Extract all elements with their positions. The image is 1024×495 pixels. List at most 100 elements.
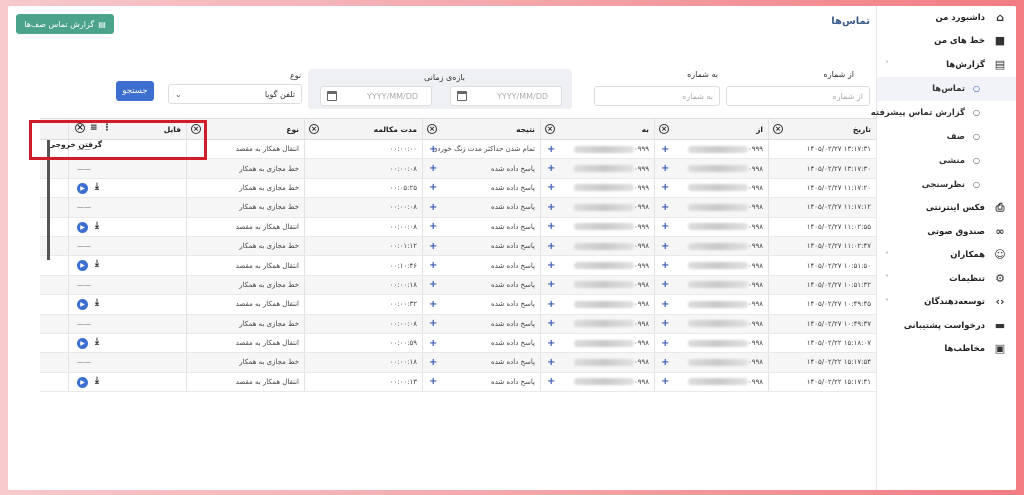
- play-icon[interactable]: ▶: [77, 299, 88, 311]
- plus-icon[interactable]: +: [661, 182, 669, 193]
- plus-icon[interactable]: +: [661, 357, 669, 368]
- queue-report-button[interactable]: ▤ گزارش تماس صف‌ها: [16, 14, 114, 34]
- plus-icon[interactable]: +: [429, 376, 437, 387]
- plus-icon[interactable]: +: [547, 260, 555, 271]
- column-header-date[interactable]: تاریخ ×: [768, 119, 876, 139]
- table-row[interactable]: ۱۴۰۵/۰۲/۲۷ ۱۰:۴۹:۳۷ ۰۹۹۸ +۰۹۹۸ + پاسخ داده ش…: [40, 314, 876, 334]
- plus-icon[interactable]: +: [661, 163, 669, 174]
- download-icon[interactable]: ⤓: [95, 259, 99, 269]
- plus-icon[interactable]: +: [547, 182, 555, 193]
- play-icon[interactable]: ▶: [77, 221, 88, 233]
- from-number-input[interactable]: از شماره: [726, 86, 870, 106]
- plus-icon[interactable]: +: [429, 279, 437, 290]
- plus-icon[interactable]: +: [429, 260, 437, 271]
- table-row[interactable]: ۱۴۰۵/۰۲/۲۷ ۱۱:۱۷:۲۰ ۰۹۹۸ +۰۹۹۹ + پاسخ داده ش…: [40, 178, 876, 199]
- play-icon[interactable]: ▶: [77, 260, 88, 272]
- column-header-to[interactable]: به ×: [540, 119, 654, 139]
- remove-filter-icon[interactable]: ×: [191, 124, 201, 134]
- remove-filter-icon[interactable]: ×: [75, 123, 85, 133]
- table-row[interactable]: ۱۴۰۵/۰۲/۲۷ ۱۳:۱۷:۳۰ ۰۹۹۸ +۰۹۹۹ + پاسخ داده ش…: [40, 159, 876, 179]
- download-icon[interactable]: ⤓: [95, 182, 99, 192]
- sidebar-item-9[interactable]: ▣ مخاطب‌ها: [877, 338, 1016, 362]
- search-button[interactable]: جستجو: [116, 81, 154, 101]
- date-from-input[interactable]: YYYY/MM/DD: [450, 86, 562, 106]
- plus-icon[interactable]: +: [661, 318, 669, 329]
- plus-icon[interactable]: +: [661, 260, 669, 271]
- sidebar-item-0[interactable]: ⌂ داشبورد من: [877, 6, 1016, 30]
- plus-icon[interactable]: +: [547, 318, 555, 329]
- remove-filter-icon[interactable]: ×: [309, 124, 319, 134]
- plus-icon[interactable]: +: [547, 376, 555, 387]
- plus-icon[interactable]: +: [547, 241, 555, 252]
- remove-filter-icon[interactable]: ×: [659, 124, 669, 134]
- column-header-type[interactable]: نوع ×: [186, 119, 304, 139]
- play-icon[interactable]: ▶: [77, 337, 88, 349]
- download-icon[interactable]: ⤓: [95, 376, 99, 386]
- plus-icon[interactable]: +: [661, 376, 669, 387]
- more-vertical-icon[interactable]: ⋮: [103, 123, 112, 133]
- sidebar-item-8[interactable]: ▬ درخواست پشتیبانی: [877, 314, 1016, 338]
- plus-icon[interactable]: +: [661, 338, 669, 349]
- plus-icon[interactable]: +: [429, 221, 437, 232]
- sidebar-item-2[interactable]: ▤ گزارش‌ها ˄: [877, 53, 1016, 77]
- sidebar-item-7[interactable]: ‹› توسعه‌دهندگان ˅: [877, 291, 1016, 315]
- plus-icon[interactable]: +: [429, 318, 437, 329]
- plus-icon[interactable]: +: [661, 279, 669, 290]
- table-row[interactable]: ۱۴۰۵/۰۲/۲۷ ۱۱:۰۲:۵۵ ۰۹۹۸ +۰۹۹۹ + پاسخ داده ش…: [40, 217, 876, 237]
- play-icon[interactable]: ▶: [77, 182, 88, 194]
- date-to-input[interactable]: YYYY/MM/DD: [320, 86, 432, 106]
- plus-icon[interactable]: +: [547, 221, 555, 232]
- plus-icon[interactable]: +: [661, 299, 669, 310]
- plus-icon[interactable]: +: [429, 163, 437, 174]
- plus-icon[interactable]: +: [547, 202, 555, 213]
- sidebar-subitem-0[interactable]: ○ تماس‌ها: [877, 76, 1016, 101]
- table-row[interactable]: ۱۴۰۵/۰۲/۲۲ ۱۵:۱۷:۵۴ ۰۹۹۸ +۰۹۹۸ + پاسخ داده ش…: [40, 353, 876, 373]
- table-row[interactable]: ۱۴۰۵/۰۲/۲۷ ۱۱:۰۲:۴۷ ۰۹۹۸ +۰۹۹۸ + پاسخ داده ش…: [40, 236, 876, 257]
- remove-filter-icon[interactable]: ×: [427, 124, 437, 134]
- plus-icon[interactable]: +: [429, 182, 437, 193]
- sidebar-item-4[interactable]: ∞ صندوق صوتی: [877, 220, 1016, 244]
- sidebar-item-3[interactable]: ⎙ فکس اینترنتی: [877, 197, 1016, 221]
- plus-icon[interactable]: +: [661, 241, 669, 252]
- download-icon[interactable]: ⤓: [95, 298, 99, 308]
- plus-icon[interactable]: +: [547, 357, 555, 368]
- remove-filter-icon[interactable]: ×: [773, 124, 783, 134]
- plus-icon[interactable]: +: [429, 144, 437, 155]
- plus-icon[interactable]: +: [661, 144, 669, 155]
- table-row[interactable]: ۱۴۰۵/۰۲/۲۷ ۱۳:۱۷:۳۱ ۰۹۹۹ +۰۹۹۹ + تمام شدن حد…: [40, 140, 876, 160]
- plus-icon[interactable]: +: [547, 338, 555, 349]
- plus-icon[interactable]: +: [429, 357, 437, 368]
- plus-icon[interactable]: +: [661, 221, 669, 232]
- table-row[interactable]: ۱۴۰۵/۰۲/۲۷ ۱۱:۱۷:۱۲ ۰۹۹۸ +۰۹۹۸ + پاسخ داده ش…: [40, 198, 876, 218]
- table-row[interactable]: ۱۴۰۵/۰۲/۲۷ ۱۰:۵۱:۵۰ ۰۹۹۸ +۰۹۹۹ + پاسخ داده ش…: [40, 256, 876, 276]
- download-icon[interactable]: ⤓: [95, 337, 99, 347]
- export-output-label[interactable]: گرفتن خروجی: [48, 140, 102, 149]
- plus-icon[interactable]: +: [547, 163, 555, 174]
- type-select[interactable]: تلفن گویا ⌄: [168, 84, 302, 104]
- table-row[interactable]: ۱۴۰۵/۰۲/۲۲ ۱۵:۱۷:۴۱ ۰۹۹۸ +۰۹۹۸ + پاسخ داده ش…: [40, 372, 876, 393]
- plus-icon[interactable]: +: [429, 338, 437, 349]
- plus-icon[interactable]: +: [547, 279, 555, 290]
- remove-filter-icon[interactable]: ×: [545, 124, 555, 134]
- plus-icon[interactable]: +: [429, 299, 437, 310]
- sidebar-subitem-3[interactable]: ○ منشی: [877, 149, 1016, 173]
- sidebar-subitem-4[interactable]: ○ نظرسنجی: [877, 173, 1016, 197]
- table-row[interactable]: ۱۴۰۵/۰۲/۲۲ ۱۵:۱۸:۰۷ ۰۹۹۸ +۰۹۹۸ + پاسخ داده ش…: [40, 333, 876, 354]
- plus-icon[interactable]: +: [429, 241, 437, 252]
- plus-icon[interactable]: +: [429, 202, 437, 213]
- plus-icon[interactable]: +: [547, 299, 555, 310]
- menu-icon[interactable]: ≡: [90, 123, 98, 133]
- plus-icon[interactable]: +: [661, 202, 669, 213]
- column-header-file[interactable]: فایل ⋮ ≡ ×: [68, 119, 186, 139]
- to-number-input[interactable]: به شماره: [594, 86, 720, 106]
- table-row[interactable]: ۱۴۰۵/۰۲/۲۷ ۱۰:۵۱:۳۲ ۰۹۹۸ +۰۹۹۸ + پاسخ داده ش…: [40, 275, 876, 296]
- sidebar-subitem-1[interactable]: ○ گزارش تماس پیشرفته: [871, 101, 1016, 125]
- sidebar-item-5[interactable]: ☺ همکاران ˅: [877, 244, 1016, 268]
- column-header-result[interactable]: نتیجه ×: [422, 119, 540, 139]
- sidebar-item-1[interactable]: ■ خط های من: [877, 30, 1016, 54]
- sidebar-item-6[interactable]: ⚙ تنظیمات ˅: [877, 267, 1016, 291]
- sidebar-subitem-2[interactable]: ○ صف: [877, 125, 1016, 149]
- column-header-duration[interactable]: مدت مکالمه ×: [304, 119, 422, 139]
- table-scrollbar[interactable]: [47, 140, 50, 260]
- download-icon[interactable]: ⤓: [95, 221, 99, 231]
